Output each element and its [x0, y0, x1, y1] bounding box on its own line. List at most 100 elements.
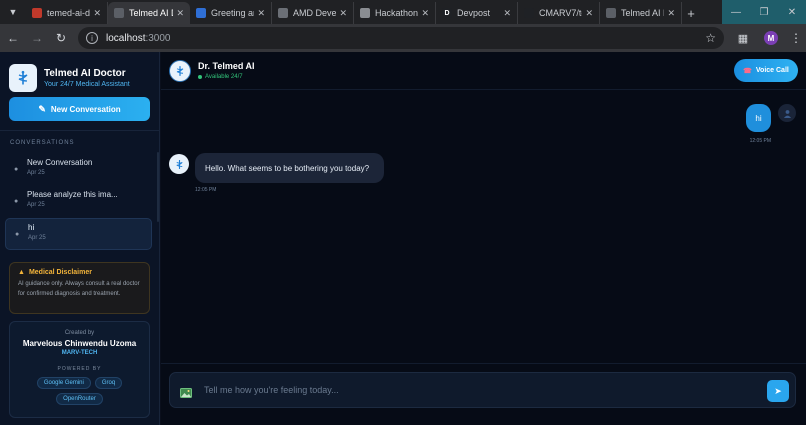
tab-close-icon[interactable]: ✕	[667, 8, 675, 19]
tab-close-icon[interactable]: ✕	[585, 8, 593, 19]
tab-favicon-icon	[606, 8, 616, 18]
browser-tab[interactable]: Telmed AI Do✕	[600, 2, 682, 24]
profile-avatar[interactable]: M	[764, 31, 778, 45]
creator-name: Marvelous Chinwendu Uzoma	[22, 339, 137, 348]
provider-chips: Google Gemini Groq OpenRouter	[10, 377, 149, 405]
send-button[interactable]: ➤	[767, 380, 789, 402]
tab-title: Telmed AI Do	[129, 8, 173, 18]
new-conversation-button[interactable]: ✎ New Conversation	[9, 97, 150, 121]
credits-card: Created by Marvelous Chinwendu Uzoma MAR…	[9, 321, 150, 418]
assistant-avatar	[169, 154, 189, 174]
tab-title: Greeting and	[211, 8, 254, 18]
minimize-button[interactable]: —	[722, 0, 750, 24]
provider-chip: Groq	[94, 377, 123, 389]
browser-tab[interactable]: Hackathon S✕	[354, 2, 436, 24]
browser-toolbar: ← → ↻ i localhost:3000 ☆ ▦ M ⋮	[0, 24, 806, 52]
brand: Telmed AI Doctor Your 24/7 Medical Assis…	[0, 52, 159, 94]
user-message: hi	[746, 104, 771, 132]
chat-panel: Dr. Telmed AI Available 24/7 ☎ Voice Cal…	[161, 52, 806, 425]
composer-area: Tell me how you're feeling today... ➤	[161, 363, 806, 425]
user-avatar-icon	[778, 104, 796, 122]
tab-close-icon[interactable]: ✕	[503, 8, 511, 19]
provider-chip: Google Gemini	[36, 377, 91, 389]
tab-close-icon[interactable]: ✕	[176, 8, 184, 19]
availability-status: Available 24/7	[198, 74, 255, 80]
tab-favicon-icon	[524, 8, 534, 18]
chat-bubble-icon: ●	[14, 166, 19, 173]
disclaimer-body: AI guidance only. Always consult a real …	[18, 281, 140, 297]
image-upload-icon[interactable]	[180, 385, 192, 398]
message-input[interactable]: Tell me how you're feeling today...	[204, 385, 795, 395]
conversation-item[interactable]: ● New Conversation Apr 25	[5, 154, 152, 186]
tab-close-icon[interactable]: ✕	[339, 8, 347, 19]
browser-tab[interactable]: AMD Develo✕	[272, 2, 354, 24]
bookmark-star-icon[interactable]: ☆	[705, 31, 716, 45]
tab-close-icon[interactable]: ✕	[421, 8, 429, 19]
tab-title: Devpost	[457, 8, 491, 18]
tab-close-icon[interactable]: ✕	[257, 8, 265, 19]
site-info-icon[interactable]: i	[86, 32, 98, 44]
chat-bubble-icon: ●	[14, 198, 19, 205]
chat-bubble-icon: ●	[15, 231, 20, 238]
conversation-item-active[interactable]: ● hi Apr 25	[5, 218, 152, 250]
extensions-puzzle-icon[interactable]: ▦	[732, 27, 754, 49]
browser-tab[interactable]: CMARV7/tel✕	[518, 2, 600, 24]
conversation-date: Apr 25	[28, 235, 46, 241]
url-host: localhost	[106, 32, 146, 44]
pencil-icon: ✎	[38, 103, 46, 114]
browser-tab-strip: ▼ temed-ai-do✕Telmed AI Do✕Greeting and✕…	[0, 0, 806, 24]
message-timestamp: 12:05 PM	[749, 138, 771, 144]
voice-call-button[interactable]: ☎ Voice Call	[734, 59, 798, 82]
conversations-heading: CONVERSATIONS	[10, 140, 75, 146]
medical-disclaimer: ▲ Medical Disclaimer AI guidance only. Al…	[9, 262, 150, 314]
url-port: :3000	[145, 32, 171, 44]
brand-tagline: Your 24/7 Medical Assistant	[44, 80, 130, 88]
new-tab-button[interactable]: +	[682, 2, 700, 24]
tab-favicon-icon	[32, 8, 42, 18]
tab-title: Telmed AI Do	[621, 8, 664, 18]
sidebar-scrollbar[interactable]	[157, 152, 159, 222]
close-window-button[interactable]: ✕	[778, 0, 806, 24]
tab-favicon-icon	[278, 8, 288, 18]
tab-title: AMD Develo	[293, 8, 337, 18]
tab-close-icon[interactable]: ✕	[93, 8, 101, 19]
tab-favicon-icon: D	[442, 8, 452, 18]
assistant-message: Hello. What seems to be bothering you to…	[195, 153, 384, 183]
conversation-date: Apr 25	[27, 170, 45, 176]
warning-icon: ▲	[18, 269, 25, 276]
tab-favicon-icon	[360, 8, 370, 18]
forward-button[interactable]: →	[26, 27, 48, 49]
browser-menu-icon[interactable]: ⋮	[790, 31, 802, 45]
tab-title: CMARV7/tel	[539, 8, 582, 18]
back-button[interactable]: ←	[2, 27, 24, 49]
phone-icon: ☎	[743, 67, 752, 75]
conversation-date: Apr 25	[27, 202, 45, 208]
powered-by-label: POWERED BY	[57, 366, 102, 372]
tab-title: temed-ai-do	[47, 8, 91, 18]
sidebar: Telmed AI Doctor Your 24/7 Medical Assis…	[0, 52, 160, 425]
caduceus-logo-icon	[9, 63, 37, 92]
browser-tab[interactable]: D Devpost ✕	[436, 2, 518, 24]
browser-tab[interactable]: temed-ai-do ✕	[26, 2, 108, 24]
browser-tab[interactable]: Greeting and✕	[190, 2, 272, 24]
message-composer: Tell me how you're feeling today... ➤	[169, 372, 796, 408]
maximize-button[interactable]: ❐	[750, 0, 778, 24]
browser-tab[interactable]: Telmed AI Do✕	[108, 2, 190, 24]
tab-favicon-icon	[196, 8, 206, 18]
created-by-label: Created by	[64, 330, 95, 336]
tab-favicon-icon	[114, 8, 124, 18]
online-dot-icon	[198, 75, 202, 79]
tab-title: Hackathon S	[375, 8, 419, 18]
conversation-title: Please analyze this ima...	[27, 190, 118, 199]
reload-button[interactable]: ↻	[50, 27, 72, 49]
provider-chip: OpenRouter	[56, 393, 103, 405]
tab-search-button[interactable]: ▼	[2, 1, 24, 23]
conversation-item[interactable]: ● Please analyze this ima... Apr 25	[5, 186, 152, 218]
new-conversation-label: New Conversation	[50, 104, 121, 114]
address-bar[interactable]: i localhost:3000 ☆	[78, 27, 724, 49]
chat-header: Dr. Telmed AI Available 24/7 ☎ Voice Cal…	[161, 52, 806, 90]
brand-name: Telmed AI Doctor	[44, 67, 126, 79]
message-timestamp: 12:05 PM	[195, 187, 217, 193]
company-name: MARV-TECH	[61, 350, 98, 356]
window-controls: — ❐ ✕	[722, 0, 806, 24]
